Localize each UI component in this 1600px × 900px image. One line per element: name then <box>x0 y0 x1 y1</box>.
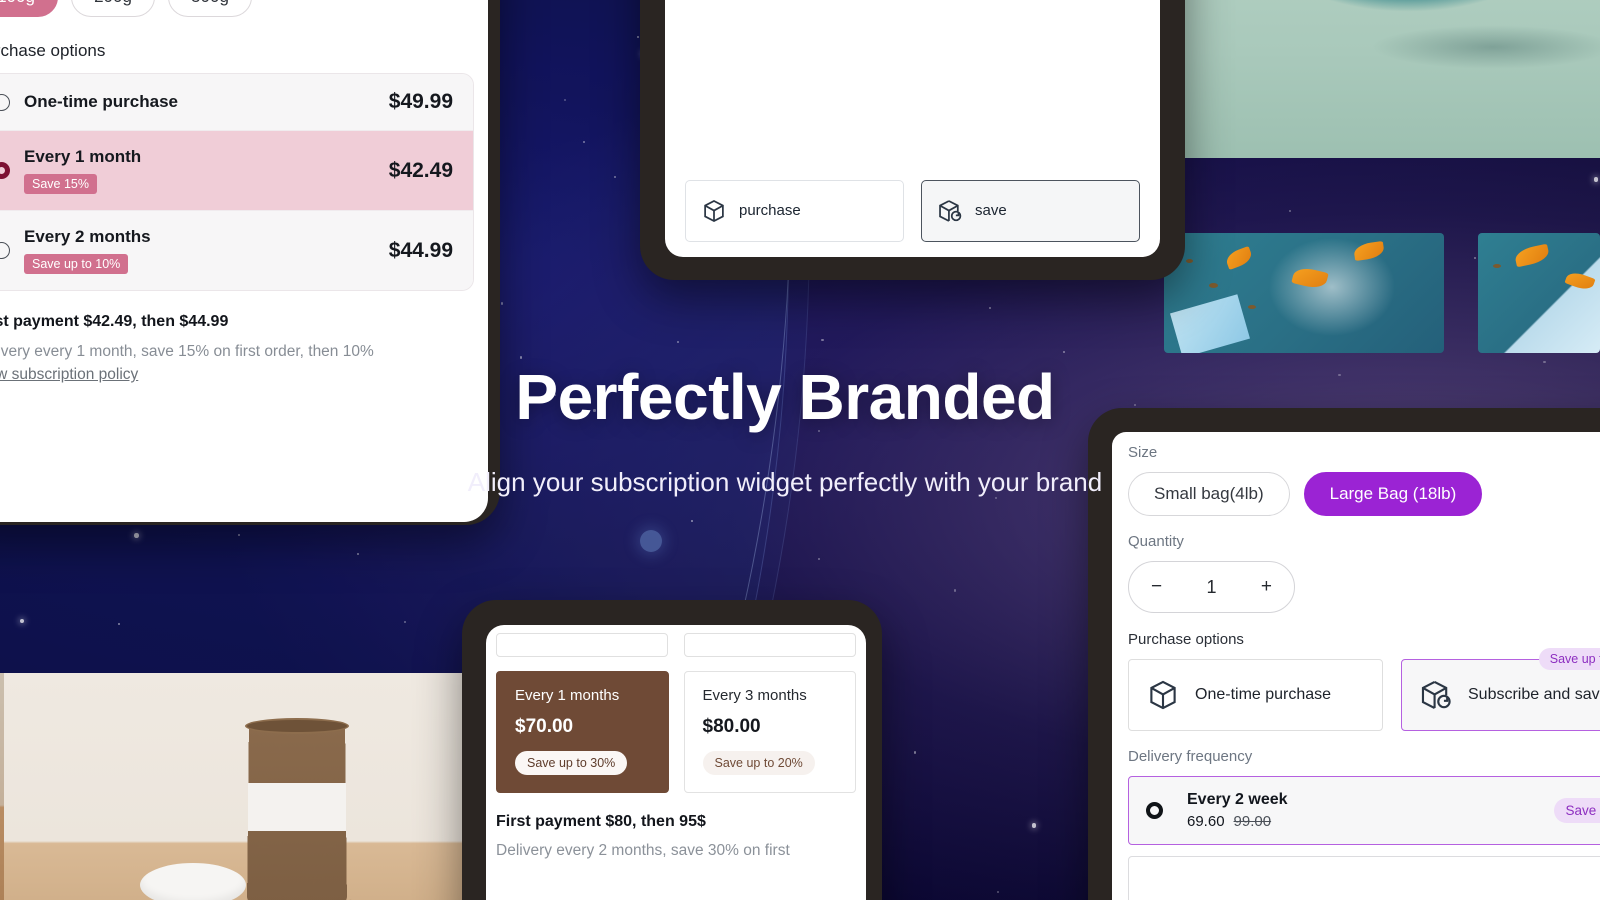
brown-subscription-widget: Every 1 months $70.00 Save up to 30% Eve… <box>486 625 866 900</box>
savings-badge: Save up to 20% <box>702 751 815 775</box>
purchase-type-label: Subscribe and save <box>1468 685 1600 703</box>
size-chip-large-bag[interactable]: Large Bag (18lb) <box>1303 472 1483 516</box>
purchase-type-subscribe[interactable]: save <box>921 180 1140 242</box>
hero-text-block: Perfectly Branded Align your subscriptio… <box>430 360 1140 502</box>
payment-summary: First payment $42.49, then $44.99 <box>0 313 229 330</box>
plan-name: Every 1 months <box>515 687 620 704</box>
coffee-cup-rim <box>245 718 349 734</box>
leaf-shape <box>1291 265 1329 291</box>
coffee-cup-sleeve <box>248 783 346 831</box>
savings-badge: Save up to 30% <box>515 751 628 775</box>
quantity-decrement-button[interactable]: − <box>1151 576 1162 598</box>
box-refresh-icon <box>937 198 963 224</box>
pink-subscription-widget: Size 100g 200g 500g Purchase options One… <box>0 0 488 522</box>
leaf-shape <box>1564 269 1596 293</box>
plan-price: $80.00 <box>702 716 761 737</box>
plan-group: Every 1 months $70.00 Save up to 30% Eve… <box>496 671 856 793</box>
option-name: Every 1 month <box>24 147 142 166</box>
bowl-shadow <box>1370 24 1600 70</box>
savings-badge: Save 15% <box>24 174 97 194</box>
page-subtitle: Align your subscription widget perfectly… <box>467 467 1103 497</box>
savings-badge: Save 30% <box>1554 798 1600 823</box>
purchase-options-label: Purchase options <box>1128 631 1244 648</box>
size-label: Size <box>1128 444 1158 461</box>
radio-icon-selected[interactable] <box>1146 802 1163 819</box>
flake-shape <box>1208 283 1218 289</box>
tea-splash-photo-right <box>1478 233 1600 353</box>
flake-shape <box>1186 259 1194 264</box>
size-chip-small-bag[interactable]: Small bag(4lb) <box>1128 472 1290 516</box>
purchase-type-label: One-time purchase <box>1195 685 1332 703</box>
box-icon <box>1146 678 1180 712</box>
radio-icon[interactable] <box>0 242 10 259</box>
flake-shape <box>1248 305 1256 309</box>
purchase-type-one-time[interactable]: One-time purchase <box>1128 659 1383 731</box>
payment-summary: First payment $80, then 95$ <box>496 813 706 830</box>
purchase-type-group: One-time purchase Save up to 30% Subscri… <box>1128 648 1600 731</box>
option-name: One-time purchase <box>24 92 178 111</box>
size-chip-500g[interactable]: 500g <box>168 0 252 17</box>
quantity-value: 1 <box>1206 576 1217 597</box>
frequency-option-partial[interactable] <box>1128 856 1600 900</box>
option-name: Every 2 months <box>24 227 151 246</box>
subscription-policy-link[interactable]: View subscription policy <box>0 366 138 384</box>
quantity-label: Quantity <box>1128 533 1184 550</box>
plan-every-1-months[interactable]: Every 1 months $70.00 Save up to 30% <box>496 671 669 793</box>
frequency-name: Every 2 week <box>1187 791 1288 808</box>
coffee-cup-photo <box>0 673 482 900</box>
purchase-options-list: One-time purchase $49.99 Every 1 month S… <box>0 73 474 291</box>
teal-bowl-photo <box>1164 0 1600 158</box>
purchase-type-subscribe[interactable]: Save up to 30% Subscribe and save <box>1401 648 1600 731</box>
box-refresh-icon <box>1419 678 1453 712</box>
photo-edge-strip <box>0 673 4 900</box>
delivery-frequency-label: Delivery frequency <box>1128 748 1253 765</box>
quantity-stepper[interactable]: − 1 + <box>1128 561 1295 613</box>
purchase-option-every-2-months[interactable]: Every 2 months Save up to 10% $44.99 <box>0 210 473 290</box>
quantity-increment-button[interactable]: + <box>1261 576 1272 598</box>
purchase-type-one-time-partial[interactable] <box>496 633 668 657</box>
box-icon <box>701 198 727 224</box>
purchase-type-group-partial <box>496 633 856 657</box>
radio-icon[interactable] <box>0 93 10 111</box>
radio-icon-selected[interactable] <box>0 162 10 179</box>
leaf-shape <box>1223 245 1254 270</box>
plan-every-3-months[interactable]: Every 3 months $80.00 Save up to 20% <box>683 671 856 793</box>
savings-badge: Save up to 30% <box>1538 648 1600 670</box>
orbit-planet-dot <box>640 530 662 552</box>
size-chip-group: Small bag(4lb) Large Bag (18lb) <box>1128 472 1600 516</box>
delivery-summary: Delivery every 2 months, save 30% on fir… <box>496 842 790 859</box>
purchase-type-label: save <box>975 201 1007 219</box>
coffee-beans <box>252 891 457 900</box>
frequency-price: 69.60 <box>1187 813 1225 830</box>
purple-subscription-widget: Size Small bag(4lb) Large Bag (18lb) Qua… <box>1112 432 1600 900</box>
leaf-shape <box>1353 240 1386 261</box>
ice-block-shape <box>1170 293 1251 353</box>
page-title: Perfectly Branded <box>515 361 1055 433</box>
purchase-type-subscribe-partial[interactable] <box>684 633 856 657</box>
flake-shape <box>1492 264 1501 269</box>
purchase-option-every-1-month[interactable]: Every 1 month Save 15% $42.49 <box>0 130 473 210</box>
option-price: $42.49 <box>388 158 453 182</box>
purchase-type-group: purchase save <box>685 180 1140 242</box>
purchase-type-one-time[interactable]: purchase <box>685 180 904 242</box>
frequency-option-every-2-week[interactable]: Every 2 week 69.60 99.00 Save 30% <box>1128 776 1600 845</box>
option-price: $44.99 <box>388 238 453 262</box>
plan-name: Every 3 months <box>702 687 807 704</box>
savings-badge: Save up to 10% <box>24 254 129 274</box>
plan-price: $70.00 <box>515 716 574 737</box>
delivery-summary: Delivery every 1 month, save 15% on firs… <box>0 343 374 360</box>
frequency-compare-price: 99.00 <box>1233 813 1272 830</box>
tea-splash-photo-left <box>1164 233 1444 353</box>
option-price: $49.99 <box>388 90 453 113</box>
purchase-type-label: purchase <box>739 201 801 219</box>
purchase-option-one-time[interactable]: One-time purchase $49.99 <box>0 74 473 130</box>
navy-subscription-widget: purchase save Delivery frequency Every 2… <box>665 0 1160 257</box>
leaf-shape <box>1513 244 1550 268</box>
purchase-options-label: Purchase options <box>0 41 106 60</box>
size-chip-group: 100g 200g 500g <box>0 0 474 17</box>
size-chip-100g[interactable]: 100g <box>0 0 58 17</box>
size-chip-200g[interactable]: 200g <box>71 0 155 17</box>
coffee-cup-lid <box>140 863 246 900</box>
